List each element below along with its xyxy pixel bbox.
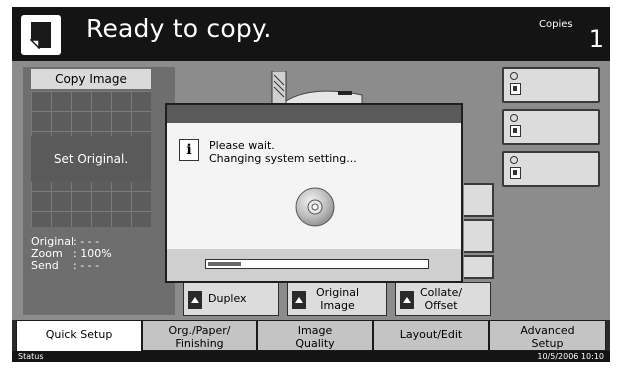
dialog-message-line-1: Please wait. (209, 139, 275, 152)
arrow-up-icon (188, 291, 202, 309)
program-icon (510, 167, 521, 179)
dialog-body: i Please wait. Changing system setting..… (167, 123, 461, 249)
progress-bar (205, 259, 429, 269)
circle-icon (510, 114, 518, 122)
program-key-3[interactable] (502, 151, 600, 187)
copy-image-panel: Copy Image Set Original. Original: - - -… (23, 67, 175, 315)
circle-icon (510, 156, 518, 164)
program-key-2[interactable] (502, 109, 600, 145)
document-icon (21, 15, 61, 55)
program-icon (510, 125, 521, 137)
hidden-option-button[interactable] (464, 255, 494, 279)
program-key-1[interactable] (502, 67, 600, 103)
arrow-up-icon (400, 291, 414, 309)
tab-image-quality[interactable]: Image Quality (257, 320, 373, 351)
duplex-button[interactable]: Duplex (183, 282, 279, 316)
copy-image-heading: Copy Image (31, 69, 151, 89)
arrow-up-icon (292, 291, 306, 309)
hidden-option-button[interactable] (464, 183, 494, 217)
copier-screen: Ready to copy. Copies 1 Copy Image Set O… (12, 7, 610, 362)
progress-fill (208, 262, 241, 266)
please-wait-dialog: i Please wait. Changing system setting..… (165, 103, 463, 283)
info-icon: i (179, 139, 199, 161)
dialog-footer (167, 249, 461, 281)
original-image-button[interactable]: Original Image (287, 282, 387, 316)
status-button[interactable]: Status (18, 351, 44, 362)
cd-disc-icon (295, 187, 335, 227)
date-time: 10/5/2006 10:10 (537, 352, 604, 361)
copies-count: 1 (588, 25, 604, 53)
tab-quick-setup[interactable]: Quick Setup (16, 320, 142, 352)
status-title: Ready to copy. (86, 14, 272, 43)
header-bar: Ready to copy. Copies 1 (12, 7, 610, 61)
status-bar: Status 10/5/2006 10:10 (12, 351, 610, 362)
dialog-message-line-2: Changing system setting... (209, 152, 357, 165)
hidden-option-button[interactable] (464, 219, 494, 253)
tab-layout-edit[interactable]: Layout/Edit (373, 320, 489, 351)
collate-offset-button[interactable]: Collate/ Offset (395, 282, 491, 316)
tab-org-paper-finishing[interactable]: Org./Paper/ Finishing (142, 320, 257, 351)
copies-label: Copies (539, 19, 573, 30)
program-icon (510, 83, 521, 95)
dialog-message: Please wait. Changing system setting... (209, 139, 357, 165)
set-original-message: Set Original. (31, 136, 151, 182)
circle-icon (510, 72, 518, 80)
tab-advanced-setup[interactable]: Advanced Setup (489, 320, 606, 351)
send-info: Send: - - - (31, 259, 100, 272)
dialog-title-bar (167, 105, 461, 123)
